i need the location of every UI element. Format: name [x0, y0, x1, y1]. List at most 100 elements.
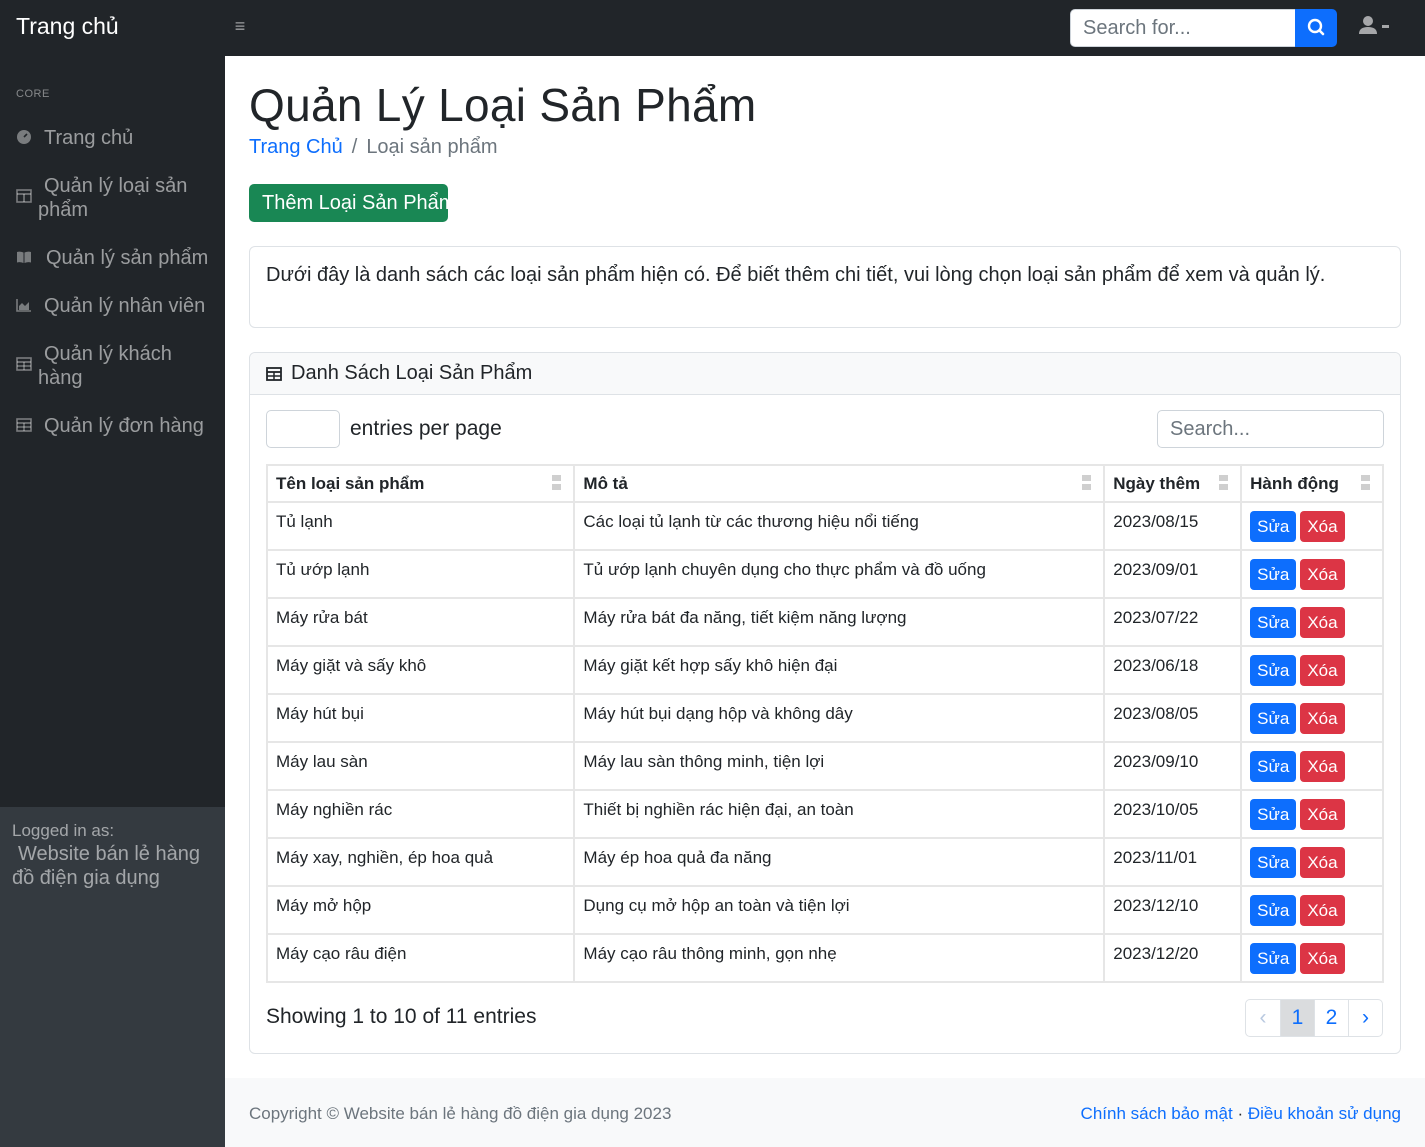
edit-button[interactable]: Sửa [1250, 511, 1297, 542]
user-dropdown[interactable] [1357, 14, 1397, 42]
breadcrumb: Trang Chủ / Loại sản phẩm [249, 136, 498, 159]
delete-button[interactable]: Xóa [1300, 607, 1345, 638]
pagination-page-2[interactable]: 2 [1314, 1000, 1348, 1036]
breadcrumb-current: Loại sản phẩm [366, 136, 498, 158]
table-row: Tủ lạnh Các loại tủ lạnh từ các thương hi… [265, 501, 1384, 551]
entries-per-page-select[interactable] [266, 410, 340, 448]
edit-button[interactable]: Sửa [1250, 895, 1297, 926]
table-search-input[interactable] [1157, 410, 1384, 448]
pagination-prev[interactable]: ‹ [1246, 1000, 1280, 1036]
column-header-date[interactable]: Ngày thêm [1103, 464, 1243, 503]
sidebar-footer: Logged in as: Website bán lẻ hàng đồ điệ… [0, 807, 225, 1147]
delete-button[interactable]: Xóa [1300, 751, 1345, 782]
column-header-description[interactable]: Mô tả [573, 464, 1106, 503]
privacy-link[interactable]: Chính sách bảo mật [1081, 1104, 1233, 1123]
edit-button[interactable]: Sửa [1250, 703, 1297, 734]
delete-button[interactable]: Xóa [1300, 799, 1345, 830]
cell-name: Máy nghiền rác [265, 789, 576, 839]
cell-description: Máy ép hoa quả đa năng [573, 837, 1106, 887]
pagination-next[interactable]: › [1348, 1000, 1382, 1036]
delete-button[interactable]: Xóa [1300, 895, 1345, 926]
navbar-search [1070, 9, 1337, 47]
delete-button[interactable]: Xóa [1300, 511, 1345, 542]
delete-button[interactable]: Xóa [1300, 703, 1345, 734]
cell-description: Dụng cụ mở hộp an toàn và tiện lợi [573, 885, 1106, 935]
cell-description: Thiết bị nghiền rác hiện đại, an toàn [573, 789, 1106, 839]
pagination: ‹ 1 2 › [1245, 999, 1383, 1037]
cell-name: Tủ ướp lạnh [265, 549, 576, 599]
sidebar: CORE Trang chủ Quản lý loại sản phẩm Quả… [0, 56, 225, 1147]
delete-button[interactable]: Xóa [1300, 559, 1345, 590]
cell-description: Các loại tủ lạnh từ các thương hiệu nổi … [573, 501, 1106, 551]
cell-actions: Sửa Xóa [1240, 933, 1384, 983]
table-row: Máy lau sàn Máy lau sàn thông minh, tiện … [265, 741, 1384, 791]
sidebar-toggle-icon[interactable]: ≡ [228, 14, 252, 38]
delete-button[interactable]: Xóa [1300, 847, 1345, 878]
edit-button[interactable]: Sửa [1250, 847, 1297, 878]
edit-button[interactable]: Sửa [1250, 655, 1297, 686]
table-row: Tủ ướp lạnh Tủ ướp lạnh chuyên dụng cho t… [265, 549, 1384, 599]
edit-button[interactable]: Sửa [1250, 559, 1297, 590]
footer: Copyright © Website bán lẻ hàng đồ điện … [225, 1078, 1425, 1147]
table-row: Máy nghiền rác Thiết bị nghiền rác hiện đ… [265, 789, 1384, 839]
breadcrumb-home-link[interactable]: Trang Chủ [249, 136, 343, 158]
cell-description: Máy rửa bát đa năng, tiết kiệm năng lượn… [573, 597, 1106, 647]
table-row: Máy giặt và sấy khô Máy giặt kết hợp sấy … [265, 645, 1384, 695]
navbar-brand[interactable]: Trang chủ [16, 13, 119, 40]
table-body: Tủ lạnh Các loại tủ lạnh từ các thương hi… [265, 501, 1384, 983]
column-header-actions[interactable]: Hành động [1240, 464, 1384, 503]
terms-link[interactable]: Điều khoản sử dụng [1248, 1104, 1401, 1123]
cell-description: Máy lau sàn thông minh, tiện lợi [573, 741, 1106, 791]
delete-button[interactable]: Xóa [1300, 655, 1345, 686]
copyright-text: Copyright © Website bán lẻ hàng đồ điện … [249, 1104, 672, 1123]
sidebar-item-product-types[interactable]: Quản lý loại sản phẩm [0, 174, 225, 222]
page-title: Quản Lý Loại Sản Phẩm [249, 79, 757, 131]
edit-button[interactable]: Sửa [1250, 607, 1297, 638]
product-type-list-card: Danh Sách Loại Sản Phẩm entries per page… [249, 352, 1401, 1054]
search-button[interactable] [1295, 9, 1337, 47]
intro-card: Dưới đây là danh sách các loại sản phẩm … [249, 246, 1401, 328]
cell-date: 2023/11/01 [1103, 837, 1243, 887]
edit-button[interactable]: Sửa [1250, 943, 1297, 974]
sidebar-item-orders[interactable]: Quản lý đơn hàng [0, 414, 225, 438]
cell-actions: Sửa Xóa [1240, 501, 1384, 551]
table-row: Máy hút bụi Máy hút bụi dạng hộp và không… [265, 693, 1384, 743]
table-icon [266, 366, 282, 381]
entries-per-page-label: entries per page [350, 417, 502, 440]
sort-icon [552, 475, 562, 492]
cell-actions: Sửa Xóa [1240, 597, 1384, 647]
navbar-search-input[interactable] [1070, 9, 1296, 47]
cell-actions: Sửa Xóa [1240, 837, 1384, 887]
logged-in-label: Logged in as: [12, 821, 115, 840]
breadcrumb-separator: / [351, 136, 358, 158]
top-navbar: Trang chủ ≡ [0, 0, 1425, 56]
footer-separator: · [1237, 1104, 1244, 1123]
cell-name: Máy cạo râu điện [265, 933, 576, 983]
cell-date: 2023/09/10 [1103, 741, 1243, 791]
cell-date: 2023/12/20 [1103, 933, 1243, 983]
add-product-type-button[interactable]: Thêm Loại Sản Phẩm [249, 184, 448, 222]
cell-actions: Sửa Xóa [1240, 549, 1384, 599]
sidebar-item-label: Quản lý khách hàng [38, 343, 172, 389]
sidebar-item-products[interactable]: Quản lý sản phẩm [0, 246, 225, 270]
sidebar-item-label: Quản lý loại sản phẩm [38, 175, 188, 221]
cell-description: Máy giặt kết hợp sấy khô hiện đại [573, 645, 1106, 695]
sort-icon [1082, 475, 1092, 492]
edit-button[interactable]: Sửa [1250, 799, 1297, 830]
cell-date: 2023/08/15 [1103, 501, 1243, 551]
chart-area-icon [16, 299, 31, 312]
cell-actions: Sửa Xóa [1240, 789, 1384, 839]
column-header-name[interactable]: Tên loại sản phẩm [265, 464, 576, 503]
cell-name: Máy xay, nghiền, ép hoa quả [265, 837, 576, 887]
sidebar-item-customers[interactable]: Quản lý khách hàng [0, 342, 225, 390]
sidebar-item-label: Quản lý nhân viên [44, 295, 206, 317]
edit-button[interactable]: Sửa [1250, 751, 1297, 782]
pagination-page-1[interactable]: 1 [1280, 1000, 1314, 1036]
cell-name: Máy hút bụi [265, 693, 576, 743]
sidebar-item-employees[interactable]: Quản lý nhân viên [0, 294, 225, 318]
cell-description: Tủ ướp lạnh chuyên dụng cho thực phẩm và… [573, 549, 1106, 599]
user-icon [1359, 16, 1389, 34]
cell-name: Máy mở hộp [265, 885, 576, 935]
delete-button[interactable]: Xóa [1300, 943, 1345, 974]
sidebar-item-dashboard[interactable]: Trang chủ [0, 126, 225, 150]
